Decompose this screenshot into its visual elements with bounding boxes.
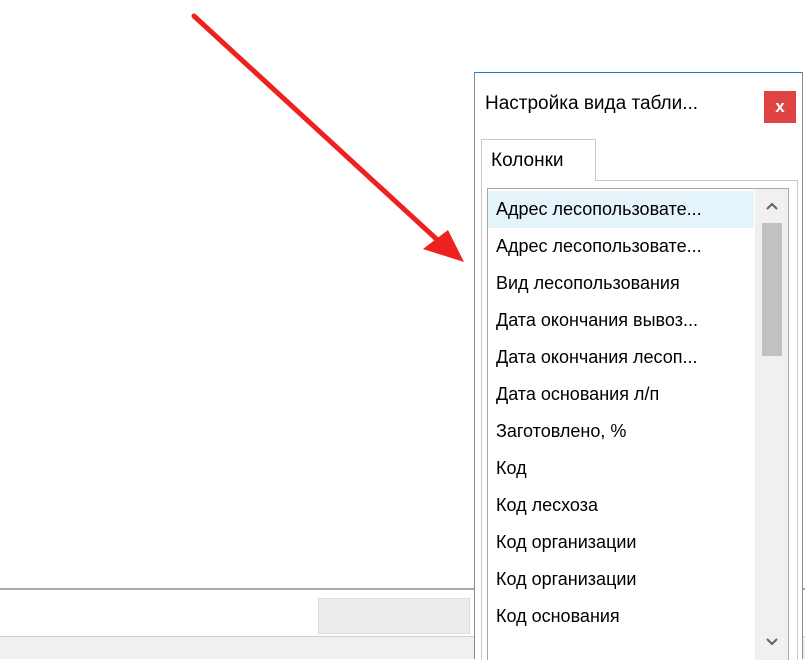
vertical-scrollbar[interactable] [755,189,788,660]
list-item[interactable]: Заготовлено, % [488,413,754,450]
tab-columns[interactable]: Колонки [481,139,596,181]
columns-list[interactable]: Адрес лесопользовате... Адрес лесопользо… [487,188,789,660]
list-item[interactable]: Адрес лесопользовате... [488,191,754,228]
list-item[interactable]: Код лесхоза [488,487,754,524]
list-item[interactable]: Код организации [488,524,754,561]
dialog-title: Настройка вида табли... [485,93,699,114]
scroll-down-button[interactable] [755,625,788,659]
list-item[interactable]: Код [488,450,754,487]
list-item[interactable]: Адрес лесопользовате... [488,228,754,265]
columns-list-items: Адрес лесопользовате... Адрес лесопользо… [488,191,754,635]
list-item[interactable]: Дата окончания лесоп... [488,339,754,376]
list-item[interactable]: Код организации [488,561,754,598]
scroll-up-button[interactable] [755,189,788,223]
table-view-settings-dialog: Настройка вида табли... x Колонки Адрес … [474,72,803,660]
chevron-up-icon [766,202,778,210]
chevron-down-icon [766,638,778,646]
list-item[interactable]: Дата окончания вывоз... [488,302,754,339]
scroll-thumb[interactable] [762,223,782,356]
close-icon: x [775,97,785,116]
close-button[interactable]: x [764,91,796,123]
list-item[interactable]: Дата основания л/п [488,376,754,413]
list-item[interactable]: Код основания [488,598,754,635]
list-item[interactable]: Вид лесопользования [488,265,754,302]
